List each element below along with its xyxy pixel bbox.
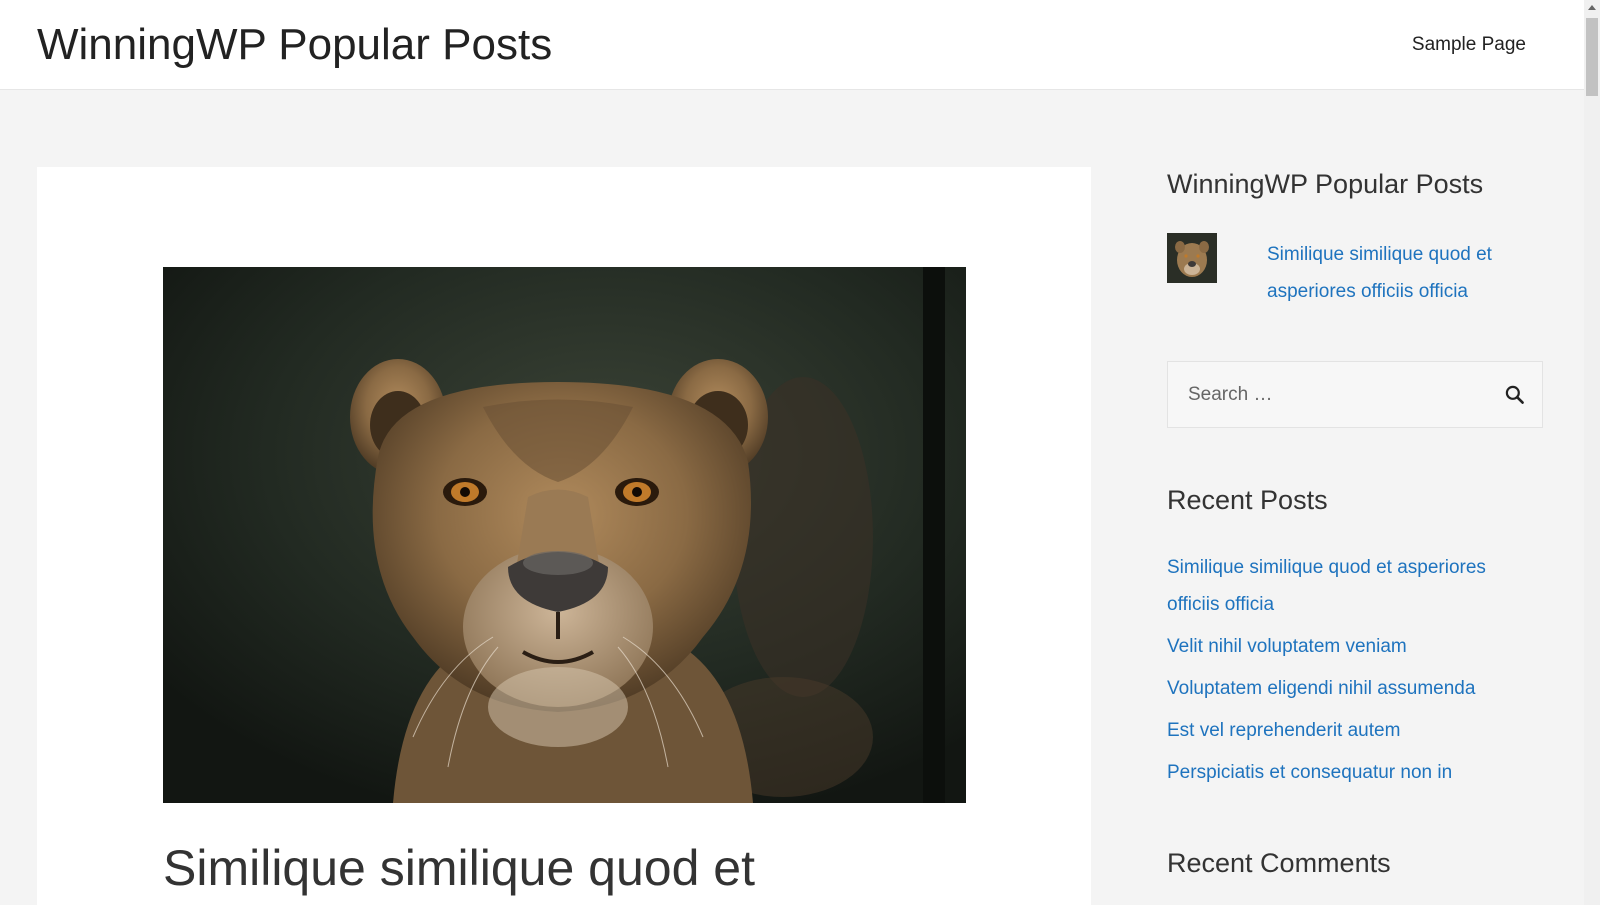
search-input[interactable] [1169, 363, 1489, 426]
scroll-thumb[interactable] [1586, 18, 1598, 96]
article-title[interactable]: Similique similique quod et [163, 839, 1043, 897]
recent-post-link[interactable]: Est vel reprehenderit autem [1167, 720, 1400, 741]
page-scrollbar[interactable] [1584, 0, 1600, 905]
popular-post-thumbnail[interactable] [1167, 233, 1217, 283]
site-title[interactable]: WinningWP Popular Posts [37, 20, 552, 70]
popular-post-link[interactable]: Similique similique quod et asperiores o… [1267, 236, 1527, 310]
list-item: Velit nihil voluptatem veniam [1167, 628, 1543, 665]
recent-post-link[interactable]: Velit nihil voluptatem veniam [1167, 636, 1407, 657]
recent-posts-widget-title: Recent Posts [1167, 485, 1328, 515]
recent-comments-widget-title: Recent Comments [1167, 848, 1391, 878]
article-card: Similique similique quod et [37, 167, 1091, 905]
featured-image[interactable] [163, 267, 966, 803]
nav-link-sample-page[interactable]: Sample Page [1412, 34, 1526, 56]
recent-post-link[interactable]: Similique similique quod et asperiores o… [1167, 557, 1486, 615]
list-item: Similique similique quod et asperiores o… [1167, 549, 1543, 623]
recent-post-link[interactable]: Voluptatem eligendi nihil assumenda [1167, 678, 1475, 699]
popular-posts-widget-title: WinningWP Popular Posts [1167, 169, 1484, 199]
site-header: WinningWP Popular Posts Sample Page [0, 0, 1584, 90]
list-item: Perspiciatis et consequatur non in [1167, 754, 1543, 791]
recent-posts-list: Similique similique quod et asperiores o… [1167, 549, 1543, 796]
list-item: Voluptatem eligendi nihil assumenda [1167, 670, 1543, 707]
search-button[interactable] [1502, 382, 1528, 408]
scroll-up-arrow-icon[interactable] [1588, 5, 1596, 10]
search-icon [1505, 385, 1524, 404]
search-form [1167, 361, 1543, 428]
list-item: Est vel reprehenderit autem [1167, 712, 1543, 749]
recent-post-link[interactable]: Perspiciatis et consequatur non in [1167, 762, 1452, 783]
lioness-thumbnail-image [1167, 233, 1217, 283]
lioness-photo [163, 267, 966, 803]
